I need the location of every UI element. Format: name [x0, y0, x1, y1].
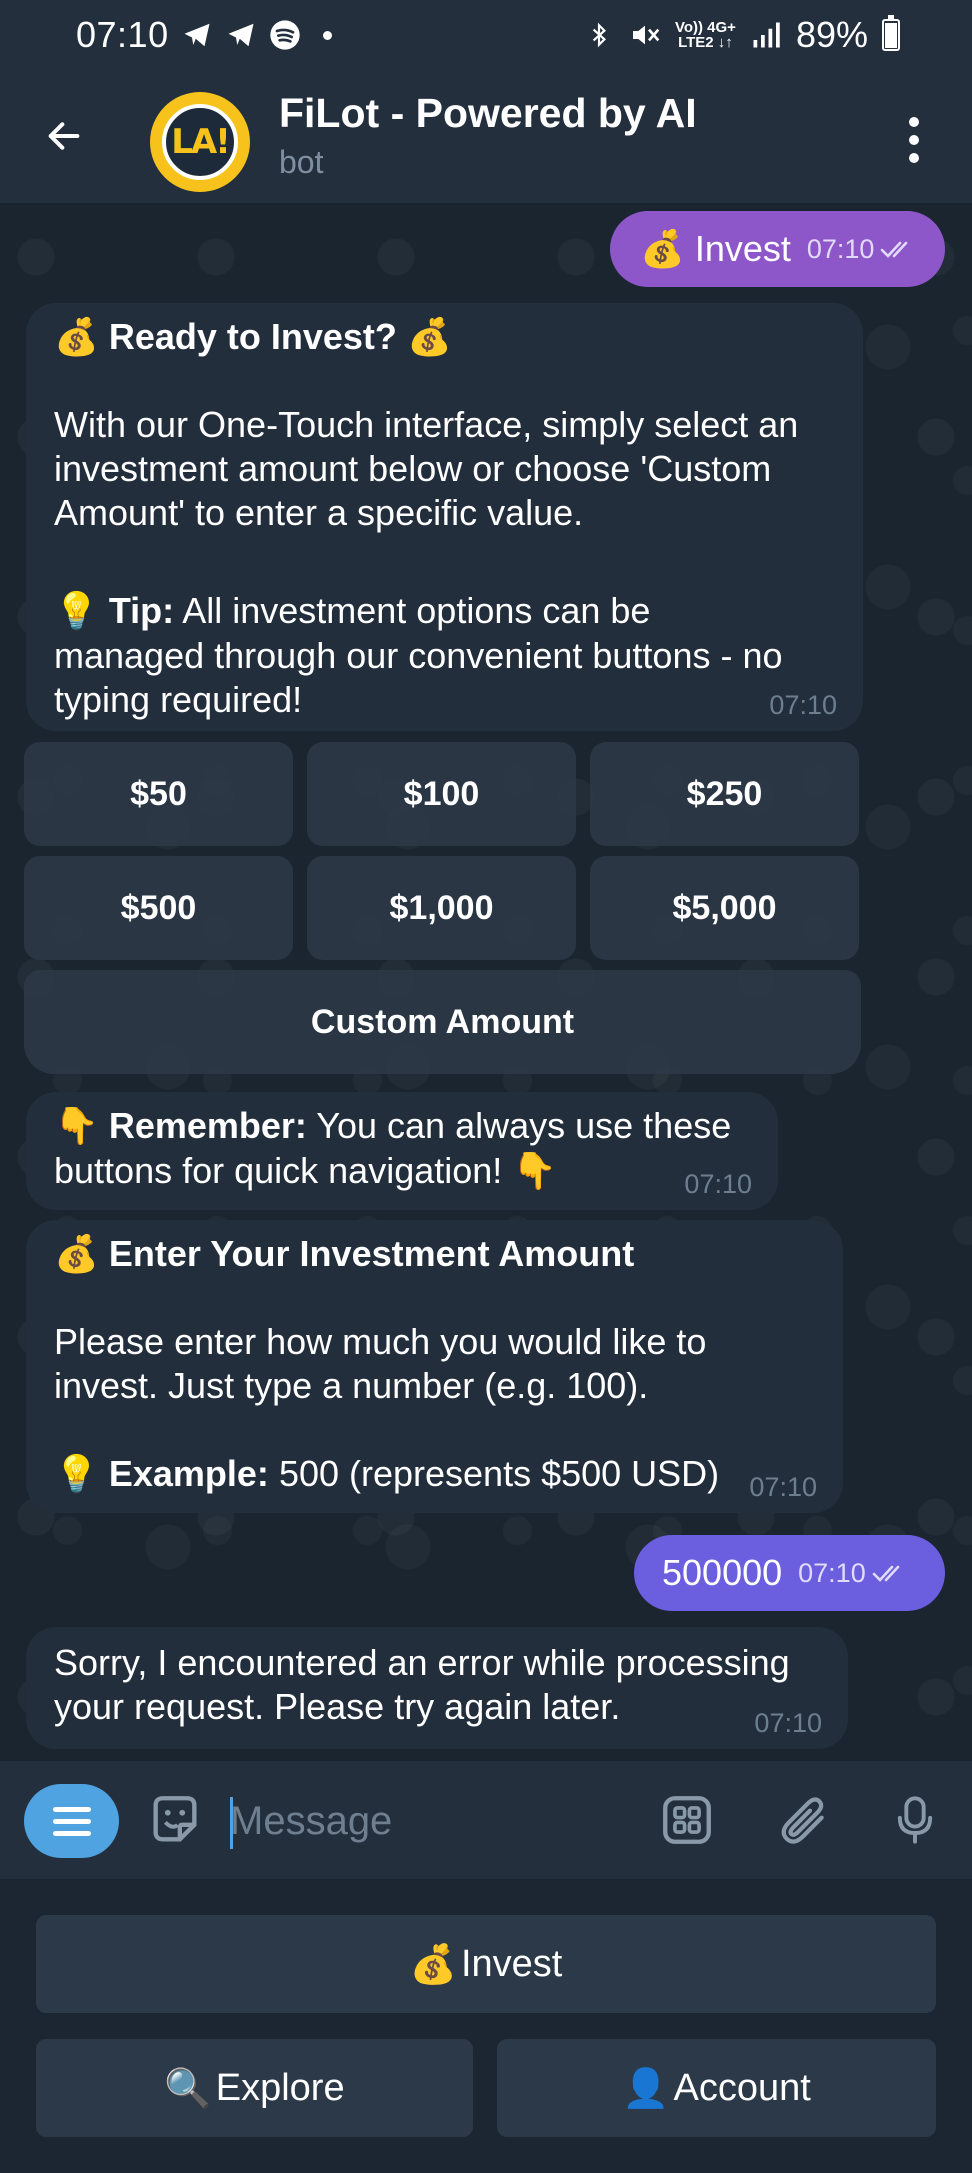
invest-button[interactable]: 💰 Invest: [36, 1915, 936, 2013]
message-line: You can always use these: [316, 1105, 732, 1146]
message-line: All investment options can be: [182, 590, 651, 631]
message-time: 07:10: [749, 1472, 817, 1502]
notification-dot-icon: [322, 30, 332, 40]
battery-percent: 89%: [795, 14, 868, 55]
avatar[interactable]: LA!: [150, 92, 250, 192]
money-bag-icon: 💰: [409, 1941, 457, 1986]
spotify-icon: [269, 19, 301, 51]
account-button-label: Account: [673, 2066, 811, 2109]
sticker-icon[interactable]: [144, 1789, 206, 1851]
message-line: Sorry, I encountered an error while proc…: [54, 1642, 790, 1683]
amount-button-1000[interactable]: $1,000: [307, 856, 576, 960]
outgoing-message[interactable]: 500000 07:10: [634, 1535, 945, 1611]
incoming-message[interactable]: 💰 Enter Your Investment Amount Please en…: [26, 1220, 843, 1513]
custom-amount-button[interactable]: Custom Amount: [24, 970, 861, 1074]
mute-icon: [629, 19, 661, 51]
message-text: 500000: [662, 1552, 783, 1593]
message-time: 07:10: [798, 1558, 912, 1589]
amount-button-500[interactable]: $500: [24, 856, 293, 960]
battery-icon: [882, 15, 900, 51]
chat-area[interactable]: 💰 Invest 07:10 💰 Ready to Invest? 💰 With…: [0, 203, 972, 1761]
incoming-message[interactable]: 👇 Remember: You can always use these but…: [26, 1092, 778, 1210]
arrow-left-icon: [48, 122, 80, 150]
message-line: Amount' to enter a specific value.: [54, 492, 584, 533]
message-time: 07:10: [684, 1169, 752, 1199]
dot-icon: [909, 117, 919, 127]
reply-keyboard: 💰 Invest 🔍 Explore 👤 Account: [0, 1879, 972, 2173]
chat-header: LA! FiLot - Powered by AI bot: [0, 70, 972, 203]
telegram-icon: [225, 19, 257, 51]
menu-line-icon: [52, 1818, 91, 1824]
message-line: managed through our convenient buttons -…: [54, 635, 783, 676]
tip-label: Tip:: [108, 590, 175, 631]
message-line: 500 (represents $500 USD): [278, 1453, 720, 1494]
incoming-message[interactable]: Sorry, I encountered an error while proc…: [26, 1627, 848, 1749]
explore-button-label: Explore: [215, 2066, 345, 2109]
status-time: 07:10: [76, 14, 169, 55]
signal-icon: [750, 19, 782, 51]
telegram-icon: [181, 19, 213, 51]
dot-icon: [909, 135, 919, 145]
message-time: 07:10: [754, 1708, 822, 1738]
message-input-bar: [0, 1761, 972, 1879]
read-checks-icon: [872, 1565, 900, 1582]
more-options-button[interactable]: [894, 110, 934, 170]
bot-commands-icon[interactable]: [656, 1789, 718, 1851]
amount-button-5000[interactable]: $5,000: [590, 856, 859, 960]
avatar-logo: LA!: [162, 104, 238, 180]
message-line: Please enter how much you would like to: [54, 1321, 707, 1362]
message-input[interactable]: [230, 1791, 630, 1851]
message-line: typing required!: [54, 679, 303, 720]
chat-title[interactable]: FiLot - Powered by AI: [279, 90, 697, 137]
pointing-down-icon: 👇: [54, 1106, 99, 1147]
bot-menu-button[interactable]: [24, 1784, 119, 1858]
magnifier-icon: 🔍: [164, 2065, 212, 2110]
microphone-icon[interactable]: [884, 1789, 946, 1851]
menu-line-icon: [52, 1806, 91, 1812]
money-bag-icon: 💰: [54, 317, 99, 358]
lightbulb-icon: 💡: [54, 1454, 99, 1495]
message-text: 💰 Invest: [640, 228, 791, 269]
message-line: invest. Just type a number (e.g. 100).: [54, 1365, 649, 1406]
message-line: investment amount below or choose 'Custo…: [54, 448, 772, 489]
outgoing-message[interactable]: 💰 Invest 07:10: [610, 211, 945, 287]
amount-button-100[interactable]: $100: [307, 742, 576, 846]
read-checks-icon: [881, 241, 908, 258]
dot-icon: [909, 153, 919, 163]
message-heading: Ready to Invest?: [108, 316, 397, 357]
user-icon: 👤: [622, 2065, 670, 2110]
network-type: Vo)) 4G+ LTE2 ↓↑: [674, 19, 736, 51]
back-button[interactable]: [34, 106, 94, 166]
money-bag-icon: 💰: [406, 317, 452, 358]
incoming-message[interactable]: 💰 Ready to Invest? 💰 With our One-Touch …: [26, 303, 863, 731]
chat-subtitle: bot: [279, 144, 324, 180]
example-label: Example:: [108, 1453, 269, 1494]
pointing-down-icon: 👇: [512, 1151, 558, 1192]
amount-button-50[interactable]: $50: [24, 742, 293, 846]
money-bag-icon: 💰: [54, 1234, 99, 1275]
message-time: 07:10: [769, 690, 837, 720]
amount-button-250[interactable]: $250: [590, 742, 859, 846]
attachment-icon[interactable]: [772, 1789, 834, 1851]
explore-button[interactable]: 🔍 Explore: [36, 2039, 473, 2137]
status-bar: 07:10 Vo)) 4G+ LTE2 ↓↑ 89%: [0, 0, 972, 70]
menu-line-icon: [52, 1830, 91, 1836]
invest-button-label: Invest: [460, 1942, 563, 1985]
message-heading: Enter Your Investment Amount: [108, 1233, 635, 1274]
account-button[interactable]: 👤 Account: [497, 2039, 936, 2137]
remember-label: Remember:: [108, 1105, 307, 1146]
message-line: buttons for quick navigation!: [54, 1150, 503, 1191]
message-line: your request. Please try again later.: [54, 1686, 621, 1727]
message-time: 07:10: [807, 234, 921, 265]
bluetooth-icon: [583, 19, 615, 51]
message-line: With our One-Touch interface, simply sel…: [54, 404, 799, 445]
lightbulb-icon: 💡: [54, 591, 99, 632]
